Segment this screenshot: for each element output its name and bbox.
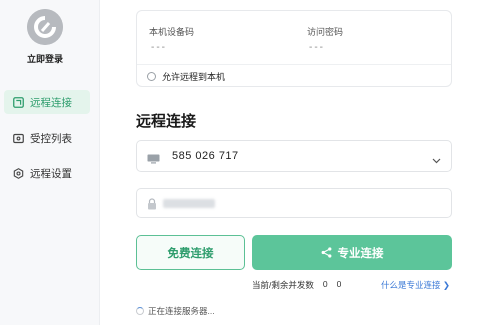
sidebar-item-controlled-list[interactable]: 受控列表 bbox=[4, 126, 90, 150]
concurrency-remaining: 0 bbox=[336, 279, 342, 289]
settings-icon bbox=[13, 167, 24, 179]
share-icon bbox=[321, 247, 332, 258]
allow-remote-label: 允许远程到本机 bbox=[162, 72, 226, 82]
access-password-value: --- bbox=[309, 42, 325, 53]
sidebar-item-label: 远程连接 bbox=[30, 96, 72, 109]
card-divider bbox=[137, 64, 451, 65]
chevron-down-icon[interactable] bbox=[432, 152, 441, 164]
concurrency-info: 当前/剩余并发数 0 0 bbox=[252, 279, 341, 291]
user-avatar-icon bbox=[27, 9, 63, 45]
concurrency-current: 0 bbox=[322, 279, 328, 289]
loading-spinner-icon bbox=[136, 307, 144, 315]
allow-remote-checkbox[interactable]: 允许远程到本机 bbox=[147, 70, 225, 83]
sidebar-item-label: 受控列表 bbox=[30, 132, 72, 145]
password-mask bbox=[163, 198, 215, 208]
access-password-label: 访问密码 bbox=[307, 27, 344, 37]
password-field[interactable] bbox=[136, 188, 452, 218]
controlled-list-icon bbox=[13, 133, 24, 144]
what-is-pro-link[interactable]: 什么是专业连接 ❯ bbox=[381, 279, 450, 291]
sidebar: 立即登录 远程连接 受控列表 远程设置 bbox=[0, 0, 100, 325]
concurrency-label: 当前/剩余并发数 bbox=[252, 280, 314, 290]
sidebar-item-remote-connect[interactable]: 远程连接 bbox=[4, 90, 90, 114]
free-connect-button[interactable]: 免费连接 bbox=[136, 235, 245, 270]
page-title: 远程连接 bbox=[136, 113, 197, 130]
sidebar-item-label: 远程设置 bbox=[30, 167, 72, 180]
avatar[interactable] bbox=[27, 9, 63, 45]
connection-status: 正在连接服务器... bbox=[136, 305, 215, 317]
device-code-value: --- bbox=[151, 42, 167, 53]
monitor-icon bbox=[147, 151, 160, 164]
lock-icon bbox=[147, 197, 157, 210]
device-info-card: 本机设备码 --- 访问密码 --- 允许远程到本机 bbox=[136, 10, 452, 87]
pro-connect-label: 专业连接 bbox=[337, 247, 384, 260]
remote-id-select[interactable]: 585 026 717 bbox=[136, 140, 452, 172]
status-text: 正在连接服务器... bbox=[148, 306, 215, 316]
sidebar-item-remote-settings[interactable]: 远程设置 bbox=[4, 161, 90, 185]
pro-connect-button[interactable]: 专业连接 bbox=[252, 235, 452, 270]
login-link[interactable]: 立即登录 bbox=[0, 52, 90, 65]
radio-icon[interactable] bbox=[147, 72, 156, 81]
remote-connect-icon bbox=[13, 96, 24, 108]
device-code-label: 本机设备码 bbox=[149, 27, 195, 37]
remote-id-value: 585 026 717 bbox=[172, 150, 239, 162]
